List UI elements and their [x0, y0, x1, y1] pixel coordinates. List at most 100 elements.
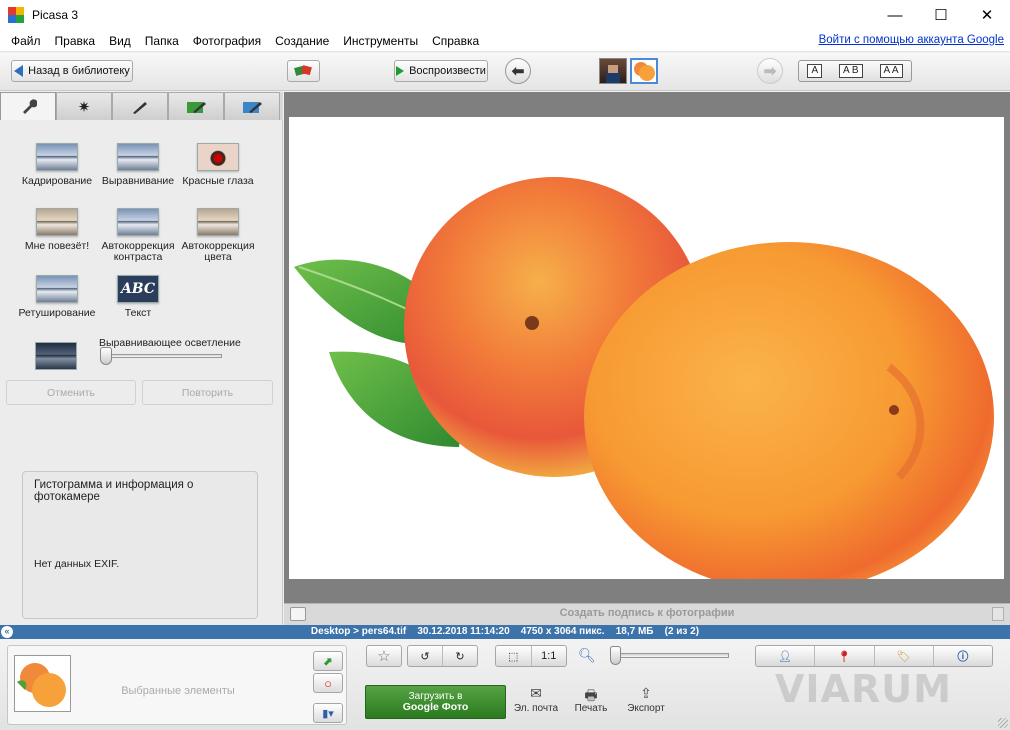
add-to-album-button[interactable]: ▮▾: [313, 703, 343, 723]
caption-size-group: A A B A A: [798, 60, 912, 82]
collage-button[interactable]: [287, 60, 320, 82]
redeye-tool[interactable]: Красные глаза: [173, 143, 263, 187]
retouch-tool[interactable]: Ретуширование: [12, 275, 102, 319]
text-tool[interactable]: ABC Текст: [93, 275, 183, 319]
actual-size-button[interactable]: 1:1: [532, 646, 567, 666]
tags-button[interactable]: 🏷︎: [875, 646, 934, 666]
window-title: Picasa 3: [32, 8, 79, 22]
minimize-button[interactable]: —: [872, 0, 918, 30]
portrait-thumbnail-image: [606, 65, 620, 83]
fill-light-slider-handle[interactable]: [100, 347, 112, 365]
signin-link[interactable]: Войти с помощью аккаунта Google: [819, 34, 1004, 46]
back-to-library-button[interactable]: Назад в библиотеку: [11, 60, 133, 82]
menu-folder[interactable]: Папка: [138, 34, 186, 48]
maximize-button[interactable]: ☐: [918, 0, 964, 30]
menu-file[interactable]: Файл: [4, 34, 48, 48]
album-icon: ▮▾: [322, 707, 334, 720]
lucky-label: Мне повезёт!: [24, 240, 90, 252]
sun-icon: ✷: [77, 98, 91, 116]
menu-help[interactable]: Справка: [425, 34, 486, 48]
collage-icon: [293, 65, 312, 76]
status-size: 18,7 МБ: [615, 626, 654, 637]
photo-tray: Выбранные элементы ⬈ ○ ▮▾: [7, 645, 347, 725]
rotate-left-button[interactable]: ↺: [408, 646, 443, 666]
blue-brush-icon: [243, 101, 262, 113]
clear-circle-icon: ○: [324, 675, 332, 691]
menu-tools[interactable]: Инструменты: [336, 34, 425, 48]
fit-to-window-button[interactable]: ⬚: [496, 646, 532, 666]
arrow-left-icon: ⬅: [511, 63, 525, 80]
text-size-small[interactable]: A: [807, 64, 823, 78]
close-button[interactable]: ✕: [964, 0, 1010, 30]
star-icon: ☆: [377, 648, 391, 665]
export-icon: ⇪: [640, 685, 652, 701]
previous-photo-button[interactable]: ⬅: [505, 58, 531, 84]
photo-canvas[interactable]: [289, 117, 1004, 579]
menu-edit[interactable]: Правка: [48, 34, 103, 48]
export-button[interactable]: ⇪ Экспорт: [616, 685, 676, 714]
undo-button[interactable]: Отменить: [6, 380, 136, 405]
zoom-slider-handle[interactable]: [610, 646, 621, 665]
rotate-right-icon: ↻: [455, 650, 465, 663]
retouch-label: Ретуширование: [18, 307, 96, 319]
tab-basic-fixes[interactable]: [0, 92, 56, 120]
photo-viewer: [284, 92, 1010, 604]
play-slideshow-button[interactable]: Воспроизвести: [394, 60, 488, 82]
text-size-medium[interactable]: A B: [839, 64, 863, 78]
resize-grip[interactable]: [998, 718, 1008, 728]
menu-create[interactable]: Создание: [268, 34, 336, 48]
tray-peach-image: [17, 663, 66, 707]
crop-icon: [36, 143, 78, 171]
rotate-right-button[interactable]: ↻: [443, 646, 477, 666]
menu-picture[interactable]: Фотография: [186, 34, 268, 48]
clear-tray-button[interactable]: ○: [313, 673, 343, 693]
people-button[interactable]: 👤︎: [756, 646, 816, 666]
filmstrip-thumbnail-portrait[interactable]: [599, 58, 627, 84]
tray-thumbnail[interactable]: [14, 655, 71, 712]
tab-tuning[interactable]: ✷: [56, 92, 112, 120]
auto-color-label: Автокоррекция цвета: [181, 240, 255, 263]
star-button[interactable]: ☆: [366, 645, 402, 667]
email-button[interactable]: ✉ Эл. почта: [506, 685, 566, 714]
info-tools-group: 👤︎ 📍︎ 🏷︎ ⓘ: [755, 645, 993, 667]
info-icon: ⓘ: [957, 651, 969, 663]
tab-effects-3[interactable]: [224, 92, 280, 120]
zoom-slider-track[interactable]: [611, 653, 729, 658]
email-label: Эл. почта: [513, 703, 559, 714]
geotag-button[interactable]: 📍︎: [815, 646, 875, 666]
fill-light-slider-track[interactable]: [104, 354, 222, 358]
peach-thumbnail-image: [634, 62, 655, 81]
picasa-logo-icon: [8, 7, 24, 23]
info-button[interactable]: ⓘ: [934, 646, 992, 666]
auto-color-tool[interactable]: Автокоррекция цвета: [173, 208, 263, 263]
back-arrow-icon: [14, 65, 24, 77]
fit-icon: ⬚: [508, 650, 519, 663]
trash-icon[interactable]: [992, 607, 1004, 621]
menu-bar: Файл Правка Вид Папка Фотография Создани…: [0, 30, 1010, 52]
filmstrip-thumbnail-peach[interactable]: [630, 58, 658, 84]
print-button[interactable]: 🖶︎ Печать: [561, 685, 621, 714]
redo-button[interactable]: Повторить: [142, 380, 273, 405]
retouch-icon: [36, 275, 78, 303]
viarum-watermark: VIARUM: [775, 667, 952, 711]
auto-contrast-icon: [117, 208, 159, 236]
auto-contrast-tool[interactable]: Автокоррекция контраста: [93, 208, 183, 263]
text-size-large[interactable]: A A: [879, 64, 903, 78]
straighten-icon: [117, 143, 159, 171]
straighten-tool[interactable]: Выравнивание: [93, 143, 183, 187]
magnifier-icon: 🔍︎: [578, 647, 596, 663]
tab-effects[interactable]: [112, 92, 168, 120]
tab-effects-2[interactable]: [168, 92, 224, 120]
caption-input[interactable]: Создать подпись к фотографии: [284, 607, 1010, 619]
upload-to-google-photos-button[interactable]: Загрузить в Google Фото: [365, 685, 506, 719]
menu-view[interactable]: Вид: [102, 34, 138, 48]
person-icon: 👤︎: [778, 650, 793, 663]
next-photo-button[interactable]: ➡: [757, 58, 783, 84]
status-path: Desktop > pers64.tif: [310, 626, 407, 637]
status-bar: « Desktop > pers64.tif 30.12.2018 11:14:…: [0, 625, 1010, 639]
print-label: Печать: [574, 703, 608, 714]
crop-tool[interactable]: Кадрирование: [12, 143, 102, 187]
back-to-library-label: Назад в библиотеку: [28, 65, 130, 77]
hold-button[interactable]: ⬈: [313, 651, 343, 671]
im-feeling-lucky-tool[interactable]: Мне повезёт!: [12, 208, 102, 252]
